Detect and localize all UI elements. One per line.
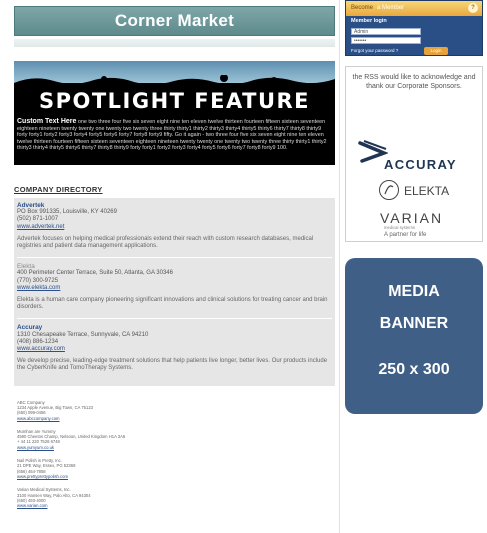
company-entry: Advertek PO Box 991335, Louisville, KY 4… — [17, 202, 332, 250]
company-entry: ABC Company 1234 Apple Avenue, Big Town,… — [17, 400, 335, 421]
forgot-password-link[interactable]: Forgot your password ? — [351, 48, 398, 53]
company-entry: Varian Medical Systems, Inc. 3100 Hansen… — [17, 487, 335, 508]
company-url-link[interactable]: www.varian.com — [17, 503, 335, 508]
right-sidebar: Becomea Member ? Member login Forgot you… — [345, 0, 483, 414]
username-input[interactable] — [351, 28, 421, 35]
company-url-link[interactable]: www.accuray.com — [17, 346, 332, 353]
company-url-link[interactable]: www.elekta.com — [17, 285, 332, 292]
company-address: 1310 Chesapeake Terrace, Sunnyvale, CA 9… — [17, 331, 149, 338]
varian-subtitle: medical systems — [384, 225, 415, 230]
column-divider — [339, 0, 340, 533]
company-address: PO Box 991335, Louisville, KY 40269 — [17, 209, 117, 216]
become-label: Become — [351, 5, 374, 11]
divider — [17, 318, 332, 320]
main-column: Corner Market SPOTLIGHT FEATURE Custom T… — [14, 6, 335, 516]
company-phone: (502) 871-1007 — [17, 216, 59, 223]
company-description: Elekta is a human care company pioneerin… — [17, 297, 328, 311]
company-url-link[interactable]: www.yumyum.co.uk — [17, 445, 335, 450]
media-banner-line2: BANNER — [379, 315, 449, 332]
login-footer: Forgot your password ? Login — [346, 47, 482, 55]
login-button[interactable]: Login — [424, 47, 448, 55]
company-url-link[interactable]: www.advertek.net — [17, 224, 332, 231]
sponsors-message: the RSS would like to acknowledge and th… — [352, 74, 476, 90]
company-url-link[interactable]: www.prettyprettypolish.com — [17, 474, 335, 479]
varian-logo-text[interactable]: VARIAN — [380, 210, 443, 226]
site-title: Corner Market — [114, 11, 235, 30]
spotlight-custom-label: Custom Text Here — [17, 118, 77, 125]
company-name[interactable]: Elekta — [17, 263, 332, 270]
company-directory-heading: COMPANY DIRECTORY — [14, 185, 103, 194]
help-icon[interactable]: ? — [468, 3, 478, 13]
media-banner[interactable]: MEDIA BANNER 250 x 300 — [345, 258, 483, 414]
password-input[interactable] — [351, 37, 421, 44]
company-phone: (408) 886-1234 — [17, 338, 59, 345]
become-member-bar[interactable]: Become a Member ? — [346, 1, 482, 16]
company-entry: Elekta 400 Perimeter Center Terrace, Sui… — [17, 263, 332, 311]
media-banner-size: 250 x 300 — [378, 361, 450, 378]
elekta-logo-icon[interactable] — [378, 179, 400, 201]
elekta-logo-text[interactable]: ELEKTA — [404, 184, 449, 198]
company-description: We develop precise, leading-edge treatme… — [17, 358, 328, 372]
nav-strip — [14, 39, 335, 47]
varian-tagline: A partner for life — [384, 232, 427, 238]
spotlight-hills-graphic — [14, 75, 335, 89]
spotlight-feature[interactable]: SPOTLIGHT FEATURE Custom Text Here one t… — [14, 61, 335, 165]
accuray-logo-text[interactable]: ACCURAY — [384, 157, 457, 172]
member-label: a Member — [377, 5, 405, 11]
company-phone: (770) 300-9725 — [17, 277, 59, 284]
company-url-link[interactable]: www.abccompany.com — [17, 416, 335, 421]
company-name[interactable]: Accuray — [17, 324, 332, 331]
divider — [17, 257, 332, 259]
company-name[interactable]: Advertek — [17, 202, 332, 209]
company-description: Advertek focuses on helping medical prof… — [17, 235, 314, 250]
elekta-logo-label: ELEKTA — [404, 184, 450, 198]
site-masthead: Corner Market — [14, 6, 335, 36]
basic-companies: ABC Company 1234 Apple Avenue, Big Town,… — [14, 400, 335, 509]
sponsors-panel: the RSS would like to acknowledge and th… — [345, 66, 483, 242]
spotlight-custom-text: Custom Text Here one two three four five… — [17, 118, 332, 152]
spotlight-title: SPOTLIGHT FEATURE — [38, 89, 311, 113]
company-address: 400 Perimeter Center Terrace, Suite 50, … — [17, 270, 173, 277]
media-banner-line1: MEDIA — [388, 283, 440, 300]
company-entry: Accuray 1310 Chesapeake Terrace, Sunnyva… — [17, 324, 332, 372]
company-entry: Nail Polish is Pretty, Inc. 21 DPE Way, … — [17, 458, 335, 479]
featured-companies: Advertek PO Box 991335, Louisville, KY 4… — [14, 198, 335, 386]
member-login-panel: Becomea Member ? Member login Forgot you… — [345, 0, 483, 56]
company-entry: Mumhan are Yummy 4590 Cheetos Champ, Nel… — [17, 429, 335, 450]
member-login-heading: Member login — [351, 18, 387, 24]
